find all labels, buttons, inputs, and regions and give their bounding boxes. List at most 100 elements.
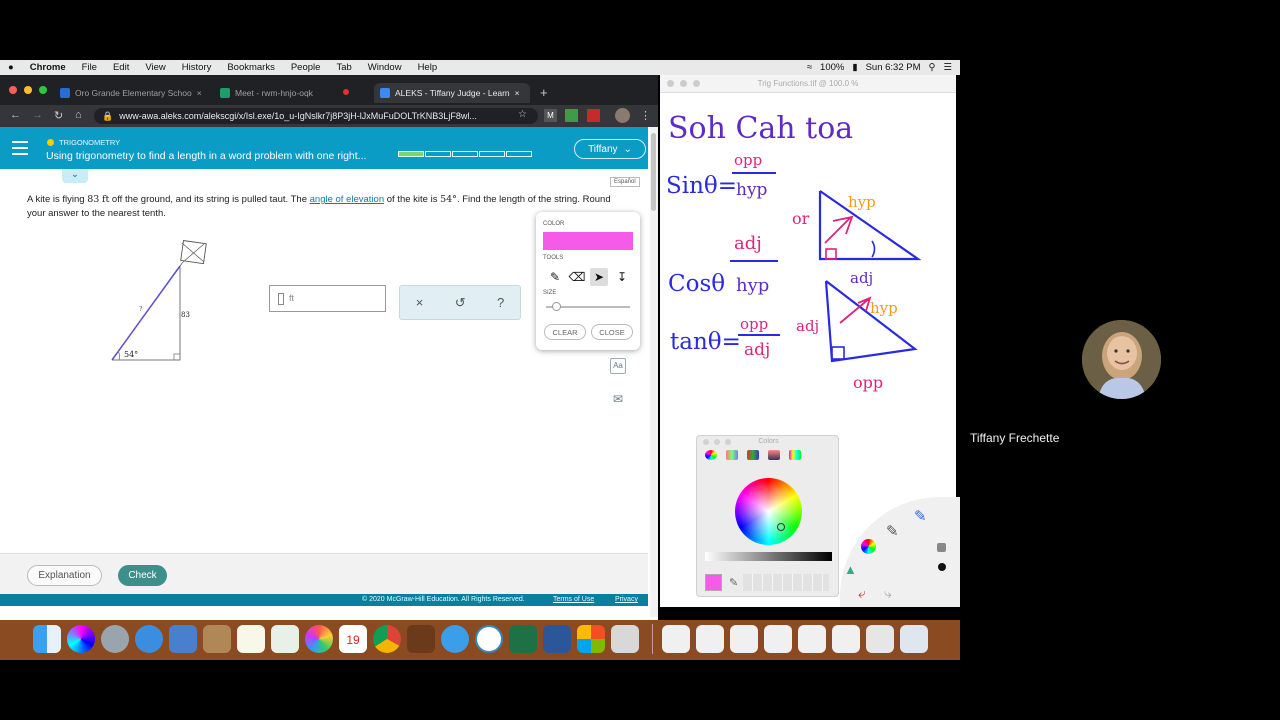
control-center-icon[interactable]: ☰ [943,62,952,73]
document-thumbnail-7[interactable] [866,625,894,653]
tab-meet[interactable]: Meet - rwm-hnjo-oqk [220,83,340,103]
highlighter-tool-icon[interactable]: ✎ [914,507,927,525]
extension-pen-icon[interactable] [587,109,600,122]
preview-zoom-button[interactable] [693,80,700,87]
thickness-medium-icon[interactable] [937,543,946,552]
answer-input[interactable]: ft [269,285,386,312]
shapes-tool-icon[interactable]: ▲ [844,562,857,577]
clock[interactable]: Sun 6:32 PM [866,62,921,73]
size-slider-handle[interactable] [552,302,562,311]
color-swatch-grid[interactable] [743,574,829,591]
menu-help[interactable]: Help [410,62,446,73]
preview-app-icon[interactable] [611,625,639,653]
image-palettes-tab-icon[interactable] [768,450,780,460]
tab-oro-grande[interactable]: Oro Grande Elementary Schoo × [60,83,210,103]
menu-window[interactable]: Window [360,62,410,73]
mail-app-icon[interactable] [169,625,197,653]
launchpad-icon[interactable] [101,625,129,653]
hamburger-menu-icon[interactable] [12,141,28,155]
home-icon[interactable]: ⌂ [75,109,82,121]
collapse-toggle[interactable]: ⌄ [62,169,88,183]
brightness-slider[interactable] [705,552,832,561]
color-wheel-tab-icon[interactable] [705,450,717,460]
menu-edit[interactable]: Edit [105,62,137,73]
siri-icon[interactable] [67,625,95,653]
excel-icon[interactable] [509,625,537,653]
menu-bookmarks[interactable]: Bookmarks [219,62,283,73]
office-icon[interactable] [577,625,605,653]
tab-close-icon[interactable]: × [515,88,520,98]
document-thumbnail-4[interactable] [764,625,792,653]
close-button[interactable]: CLOSE [591,324,633,340]
colors-zoom-button[interactable] [725,439,731,445]
pencil-app-icon[interactable] [407,625,435,653]
trash-icon[interactable] [900,625,928,653]
maps-icon[interactable] [271,625,299,653]
menu-people[interactable]: People [283,62,329,73]
new-tab-icon[interactable]: + [540,85,548,100]
download-icon[interactable]: ↧ [613,268,631,286]
menu-file[interactable]: File [74,62,105,73]
notes-icon[interactable] [237,625,265,653]
color-swatch[interactable] [543,232,633,250]
color-palettes-tab-icon[interactable] [747,450,759,460]
pen-tool-icon[interactable]: ✎ [886,522,899,540]
preview-minimize-button[interactable] [680,80,687,87]
word-icon[interactable] [543,625,571,653]
spotlight-icon[interactable]: ⚲ [929,62,936,73]
zoom-window-button[interactable] [39,86,47,94]
document-thumbnail-5[interactable] [798,625,826,653]
chrome-menu-icon[interactable]: ⋮ [640,109,651,122]
extension-m-icon[interactable]: M [544,109,557,122]
document-thumbnail-6[interactable] [832,625,860,653]
menu-view[interactable]: View [137,62,173,73]
dictionary-icon[interactable]: Aa [610,358,626,374]
tab-close-icon[interactable]: × [197,88,202,98]
extension-green-icon[interactable] [565,109,578,122]
menu-tab[interactable]: Tab [328,62,359,73]
battery-icon[interactable]: ▮ [852,62,857,73]
close-window-button[interactable] [9,86,17,94]
photos-icon[interactable] [305,625,333,653]
menu-chrome[interactable]: Chrome [22,62,74,73]
pencils-tab-icon[interactable] [789,450,801,460]
profile-avatar[interactable] [615,108,630,123]
document-thumbnail-3[interactable] [730,625,758,653]
colors-close-button[interactable] [703,439,709,445]
document-thumbnail-2[interactable] [696,625,724,653]
preview-close-button[interactable] [667,80,674,87]
finder-icon[interactable] [33,625,61,653]
thickness-small-icon[interactable] [938,563,946,571]
menu-history[interactable]: History [174,62,220,73]
explanation-button[interactable]: Explanation [27,565,102,586]
help-icon[interactable]: ? [497,295,504,310]
apple-icon[interactable]: ● [0,62,22,73]
eraser-icon[interactable]: ⌫ [568,268,586,286]
check-button[interactable]: Check [118,565,167,586]
color-picker-icon[interactable] [861,539,876,554]
scrollbar-thumb[interactable] [651,133,656,211]
tab-aleks[interactable]: ALEKS - Tiffany Judge - Learn × [374,83,530,103]
undo-icon[interactable]: ↺ [455,295,466,311]
address-bar[interactable]: 🔒 www-awa.aleks.com/alekscgi/x/Isl.exe/1… [94,108,538,124]
wifi-icon[interactable]: ≈ [807,62,812,73]
safari-icon[interactable] [135,625,163,653]
mail-icon[interactable]: ✉ [610,392,626,408]
colors-minimize-button[interactable] [714,439,720,445]
eyedropper-icon[interactable]: ✎ [729,576,738,589]
calendar-app-icon[interactable]: 19 [339,625,367,653]
webex-icon[interactable] [475,625,503,653]
redo-arrow-icon[interactable]: ⤷ [884,585,892,602]
document-thumbnail-1[interactable] [662,625,690,653]
color-wheel-picker-handle[interactable] [777,523,785,531]
clear-x-icon[interactable]: × [416,295,424,310]
bookmark-star-icon[interactable]: ☆ [518,109,527,120]
angle-of-elevation-link[interactable]: angle of elevation [310,194,384,205]
selected-color-swatch[interactable] [705,574,722,591]
chrome-app-icon[interactable] [373,625,401,653]
contacts-icon[interactable] [203,625,231,653]
minimize-window-button[interactable] [24,86,32,94]
undo-arrow-icon[interactable]: ⤶ [858,585,866,602]
user-menu-button[interactable]: Tiffany ⌄ [574,139,646,159]
color-sliders-tab-icon[interactable] [726,450,738,460]
